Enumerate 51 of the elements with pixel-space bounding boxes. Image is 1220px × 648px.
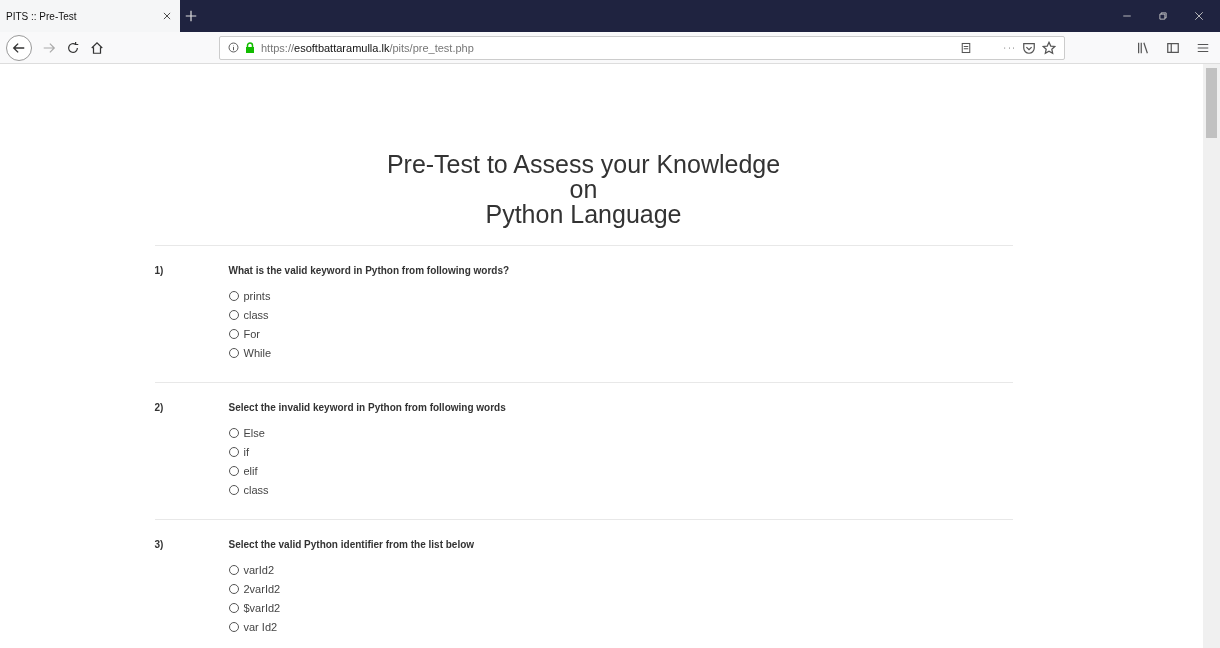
scrollbar[interactable] (1203, 64, 1220, 648)
close-icon (162, 11, 172, 21)
home-icon[interactable] (90, 40, 104, 55)
question-number: 3) (154, 539, 165, 550)
radio-button[interactable] (228, 484, 239, 495)
option-label: 2varId2 (243, 582, 281, 595)
option-label: var Id2 (243, 620, 278, 633)
option-label: class (243, 308, 269, 321)
option-label: class (243, 483, 269, 496)
browser-tab[interactable]: PITS :: Pre-Test (0, 0, 180, 32)
option-label: Else (243, 426, 265, 439)
page-title: Pre-Test to Assess your Knowledge on Python Language (385, 152, 782, 227)
library-icon[interactable] (1136, 40, 1150, 55)
reader-view-icon[interactable] (960, 41, 972, 54)
radio-button[interactable] (228, 621, 239, 632)
option-label: varId2 (243, 563, 275, 576)
star-icon[interactable] (1042, 40, 1056, 55)
tab-title: PITS :: Pre-Test (6, 10, 77, 22)
plus-icon[interactable] (184, 9, 198, 23)
radio-button[interactable] (228, 309, 239, 320)
option-label: prints (243, 289, 271, 302)
radio-button[interactable] (228, 583, 239, 594)
option-label: if (243, 445, 249, 458)
restore-icon[interactable] (1158, 11, 1168, 21)
option-label: For (243, 327, 260, 340)
question-text: Select the valid Python identifier from the list below (228, 539, 476, 550)
option-label: While (243, 346, 271, 359)
question-text: What is the valid keyword in Python from following words? (228, 265, 511, 276)
back-arrow-icon (12, 40, 26, 55)
question-text: Select the invalid keyword in Python from following words (228, 402, 507, 413)
info-icon (228, 42, 239, 53)
sidebar-icon[interactable] (1166, 40, 1180, 55)
option-label: elif (243, 464, 258, 477)
radio-button[interactable] (228, 427, 239, 438)
radio-button[interactable] (228, 347, 239, 358)
radio-button[interactable] (228, 602, 239, 613)
pocket-icon[interactable] (1022, 40, 1036, 55)
radio-button[interactable] (228, 465, 239, 476)
back-button[interactable] (6, 34, 32, 61)
radio-button[interactable] (228, 564, 239, 575)
question-number: 1) (154, 265, 165, 276)
reload-icon[interactable] (66, 40, 80, 55)
question-number: 2) (154, 402, 165, 413)
option-label: $varId2 (243, 601, 281, 614)
radio-button[interactable] (228, 446, 239, 457)
close-icon[interactable] (1194, 11, 1204, 21)
radio-button[interactable] (228, 290, 239, 301)
address-bar[interactable]: https://esoftbattaramulla.lk/pits/pre_test.php (219, 35, 1065, 60)
radio-button[interactable] (228, 328, 239, 339)
url-text: https://esoftbattaramulla.lk/pits/pre_test.php (261, 41, 475, 54)
lock-icon (245, 42, 255, 53)
